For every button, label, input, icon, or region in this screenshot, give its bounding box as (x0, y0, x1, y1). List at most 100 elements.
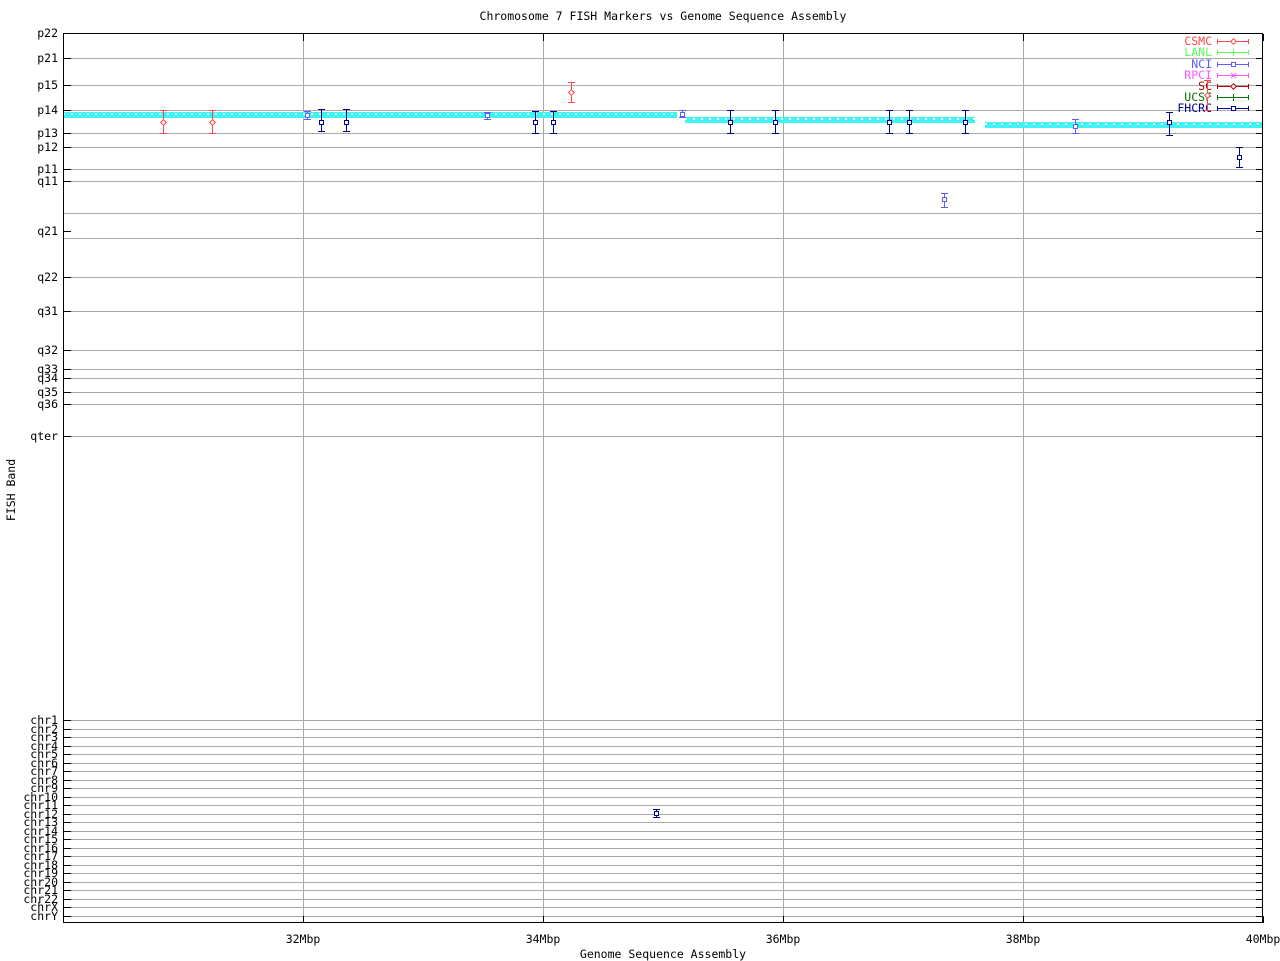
chr-tick-left (64, 898, 71, 900)
band-tick-left (64, 311, 71, 312)
band-label-p21: p21 (37, 51, 58, 65)
square-marker (942, 197, 947, 202)
band-tick-right (1256, 404, 1263, 405)
legend-sample-cap (1248, 73, 1249, 78)
chr-tick-right (1256, 737, 1263, 739)
chr-tick-left (64, 771, 71, 773)
band-tick-left (64, 277, 71, 278)
errorbar-cap (532, 111, 539, 112)
band-tick-left (64, 369, 71, 370)
chr-tick-right (1256, 907, 1263, 909)
plus-marker (1233, 49, 1234, 56)
chr-tick-left (64, 839, 71, 841)
x-tick-label: 38Mbp (1005, 932, 1041, 946)
chr-tick-right (1256, 847, 1263, 849)
chr-tick-right (1256, 788, 1263, 790)
band-tick-left (64, 133, 71, 134)
band-tick-right (1256, 369, 1263, 370)
cross-marker (1230, 72, 1237, 79)
chr-tick-left (64, 762, 71, 764)
chr-tick-left (64, 737, 71, 739)
errorbar-cap (941, 207, 948, 208)
legend-sample-cap (1217, 50, 1218, 55)
band-tick-left (64, 378, 71, 379)
square-marker (654, 811, 659, 816)
errorbar-cap (679, 110, 686, 111)
legend-sample-cap (1248, 39, 1249, 44)
legend-sample-cap (1217, 39, 1218, 44)
square-marker (963, 120, 968, 125)
chr-label-chrY: chrY (30, 908, 58, 923)
chr-tick-right (1256, 796, 1263, 798)
square-marker (533, 120, 538, 125)
chr-tick-left (64, 830, 71, 832)
band-tick-left (64, 392, 71, 393)
legend-sample-cap (1248, 106, 1249, 111)
chr-tick-left (64, 754, 71, 756)
legend-sample-cap (1248, 95, 1249, 100)
errorbar-cap (962, 110, 969, 111)
chr-tick-left (64, 847, 71, 849)
chr-tick-right (1256, 754, 1263, 756)
errorbar-cap (1204, 110, 1211, 111)
errorbar-cap (343, 109, 350, 110)
errorbar-cap (484, 119, 491, 120)
errorbar-cap (1236, 167, 1243, 168)
square-marker (485, 113, 490, 118)
errorbar-cap (209, 133, 216, 134)
legend-sample-cap (1248, 50, 1249, 55)
chart-title: Chromosome 7 FISH Markers vs Genome Sequ… (479, 9, 847, 23)
chr-tick-right (1256, 822, 1263, 824)
chr-tick-left (64, 856, 71, 858)
band-tick-right (1256, 133, 1263, 134)
chr-tick-left (64, 881, 71, 883)
band-label-qter: qter (30, 429, 58, 443)
errorbar-cap (1236, 147, 1243, 148)
x-tick-bottom (543, 916, 544, 923)
square-marker (907, 120, 912, 125)
band-tick-right (1256, 33, 1263, 34)
chr-tick-right (1256, 813, 1263, 815)
chr-tick-right (1256, 805, 1263, 807)
chr-tick-right (1256, 839, 1263, 841)
chr-tick-right (1256, 864, 1263, 866)
errorbar-cap (886, 133, 893, 134)
x-axis-label: Genome Sequence Assembly (579, 947, 747, 961)
square-marker (319, 120, 324, 125)
x-tick-bottom (783, 916, 784, 923)
y-axis-label: FISH Band (4, 458, 18, 522)
band-tick-left (64, 436, 71, 437)
errorbar-cap (343, 131, 350, 132)
band-tick-right (1256, 350, 1263, 351)
legend-label-fhcrc: FHCRC (1177, 101, 1212, 115)
chr-tick-left (64, 915, 71, 917)
errorbar-cap (727, 133, 734, 134)
band-label-p22: p22 (37, 26, 58, 40)
band-tick-left (64, 169, 71, 170)
square-marker (1073, 124, 1078, 129)
band-tick-right (1256, 436, 1263, 437)
legend-sample-cap (1217, 62, 1218, 67)
band-label-q21: q21 (37, 224, 58, 238)
band-tick-left (64, 58, 71, 59)
band-tick-left (64, 404, 71, 405)
band-label-q32: q32 (37, 343, 58, 357)
chr-tick-right (1256, 728, 1263, 730)
band-tick-right (1256, 378, 1263, 379)
chr-tick-left (64, 805, 71, 807)
errorbar-cap (568, 102, 575, 103)
legend-sample-cap (1217, 73, 1218, 78)
plus-marker (1233, 94, 1234, 101)
errorbar-cap (653, 809, 660, 810)
errorbar-cap (209, 110, 216, 111)
x-tick-top (1263, 34, 1264, 41)
band-tick-left (64, 147, 71, 148)
errorbar-cap (679, 117, 686, 118)
chr-tick-right (1256, 881, 1263, 883)
errorbar-cap (653, 817, 660, 818)
errorbar-cap (906, 110, 913, 111)
chr-tick-left (64, 745, 71, 747)
band-tick-right (1256, 169, 1263, 170)
chr-tick-right (1256, 830, 1263, 832)
band-tick-right (1256, 85, 1263, 86)
